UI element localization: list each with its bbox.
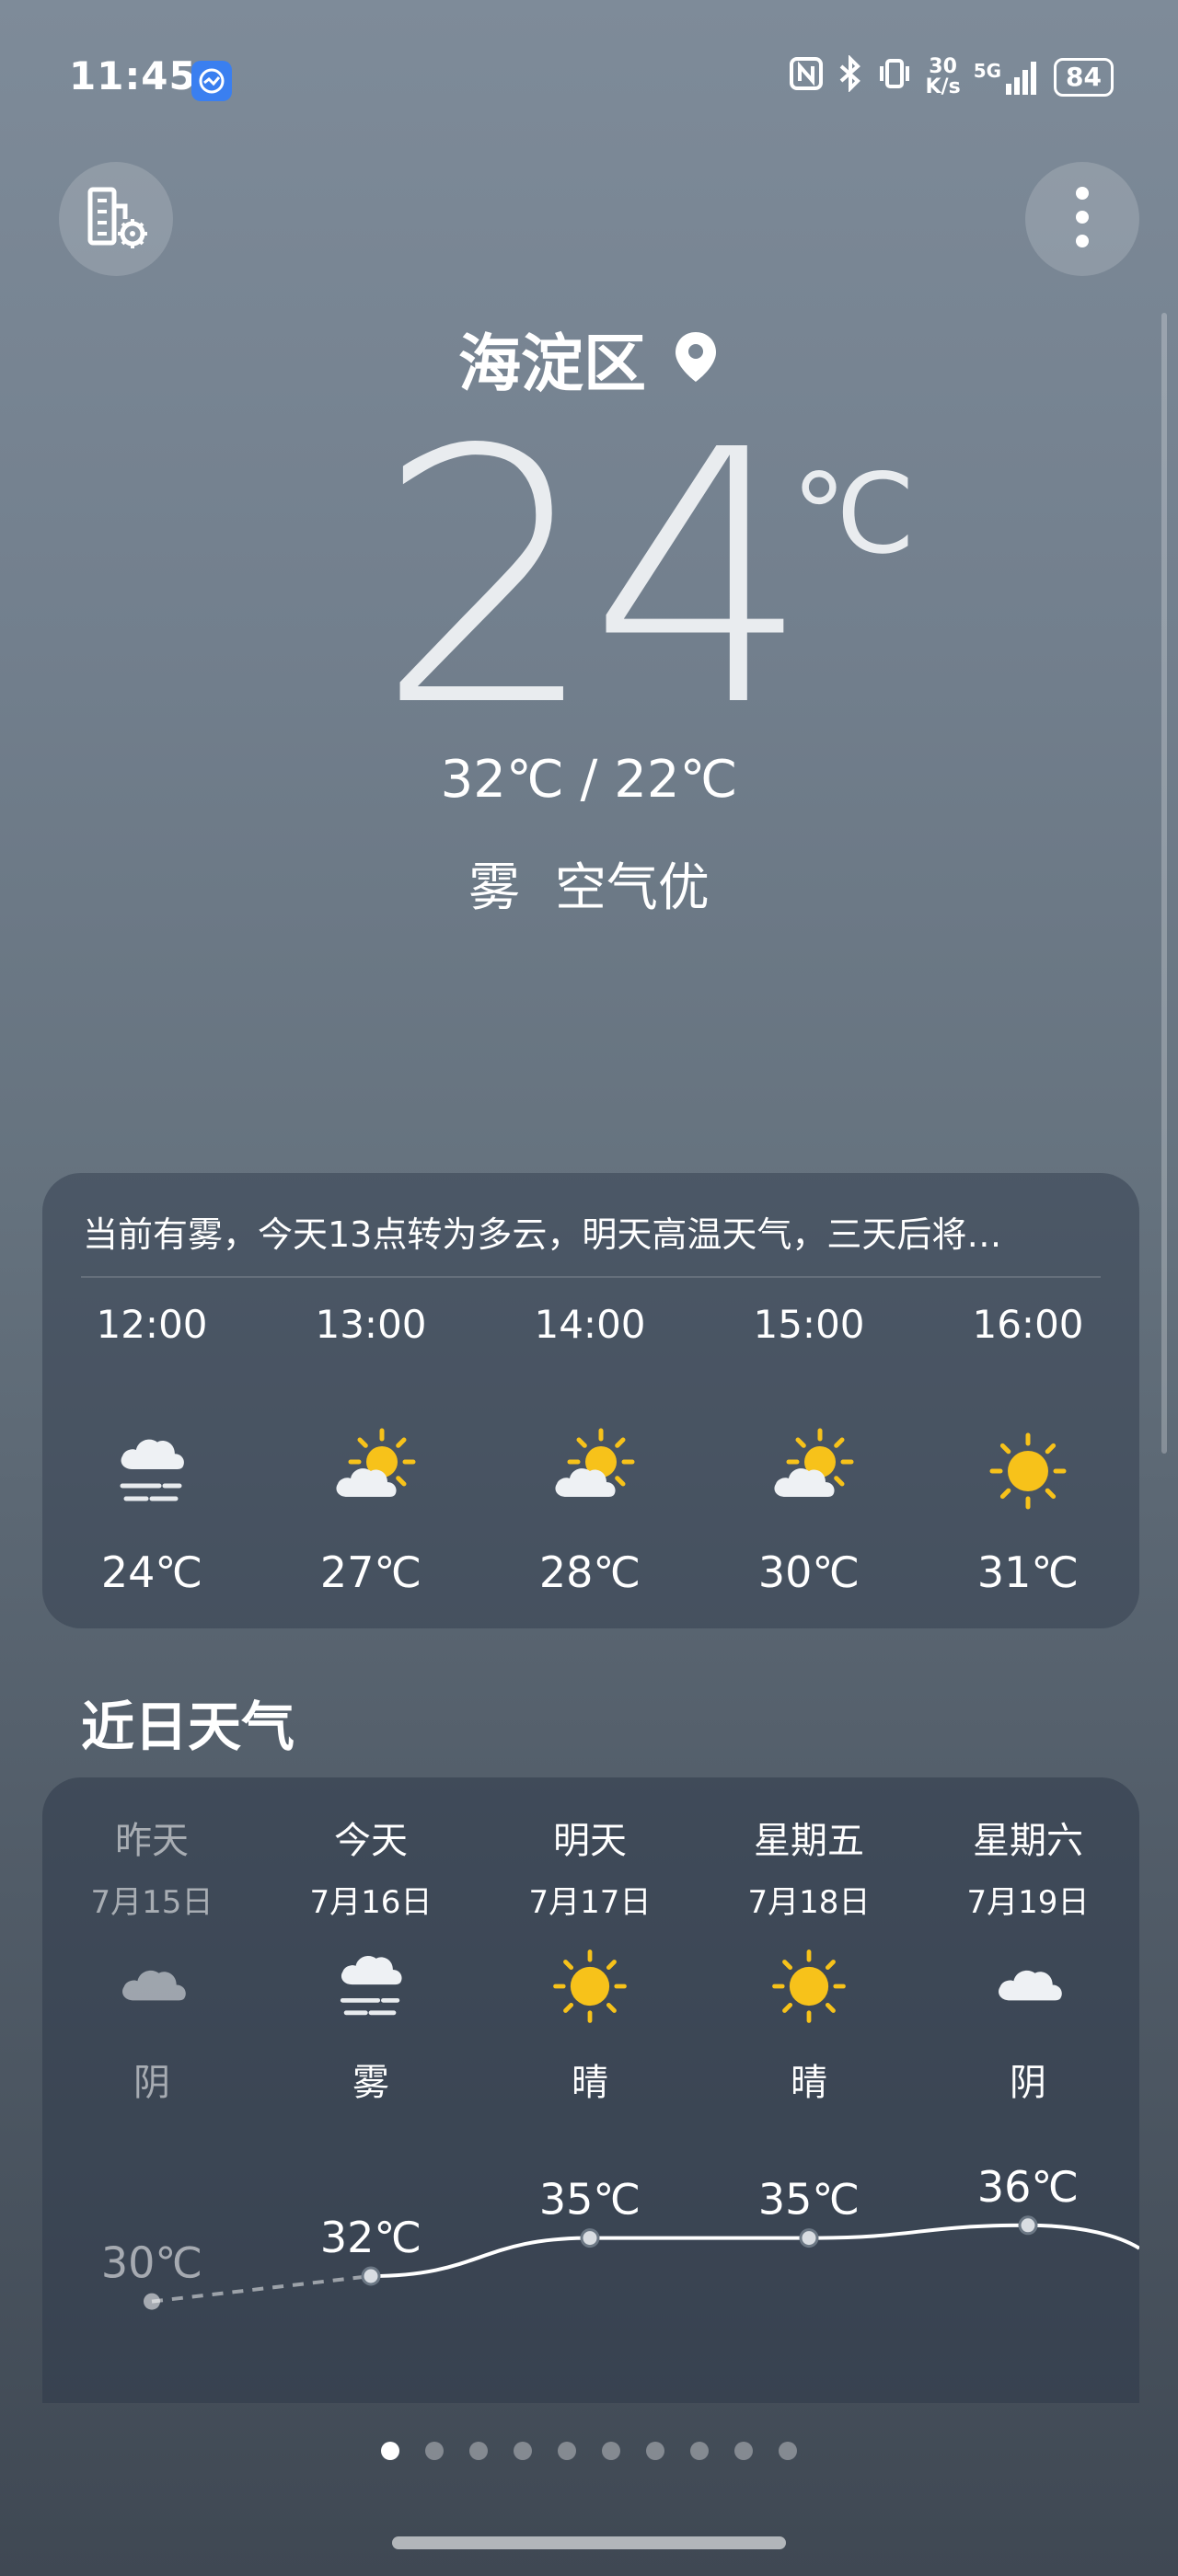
day-condition: 阴 <box>133 2062 170 2104</box>
day-date: 7月18日 <box>747 1884 871 1921</box>
page-dot[interactable] <box>514 2442 532 2460</box>
city-manage-button[interactable] <box>59 162 173 276</box>
hour-time: 16:00 <box>972 1302 1084 1347</box>
high-temp-label: 30℃ <box>101 2238 202 2288</box>
page-dot[interactable] <box>425 2442 444 2460</box>
network-speed: 30 K/s <box>925 54 961 98</box>
hourly-forecast-card[interactable]: 当前有雾，今天13点转为多云，明天高温天气，三天后将… 12:00 24℃ 13… <box>42 1173 1139 1628</box>
day-name: 明天 <box>553 1820 627 1862</box>
hourly-item[interactable]: 14:00 28℃ <box>480 1302 699 1597</box>
cloudy-icon <box>42 1940 261 2032</box>
page-dot[interactable] <box>779 2442 797 2460</box>
day-condition: 晴 <box>791 2062 827 2104</box>
day-date: 7月19日 <box>966 1884 1090 1921</box>
high-point <box>1018 2215 1038 2236</box>
home-indicator[interactable] <box>392 2536 786 2549</box>
hourly-item[interactable]: 13:00 27℃ <box>261 1302 480 1597</box>
high-temp-label: 35℃ <box>539 2175 641 2225</box>
day-condition: 晴 <box>572 2062 608 2104</box>
high-point <box>799 2228 819 2248</box>
fog-icon <box>261 1940 480 2032</box>
page-indicator[interactable] <box>0 2442 1178 2460</box>
day-name: 星期六 <box>973 1820 1083 1862</box>
nfc-icon <box>788 55 825 98</box>
more-options-button[interactable] <box>1025 162 1139 276</box>
condition-row: 雾 空气优 <box>0 846 1178 921</box>
recent-weather-title: 近日天气 <box>81 1696 295 1758</box>
page-dot[interactable] <box>558 2442 576 2460</box>
partly-sunny-icon <box>261 1420 480 1522</box>
day-condition: 阴 <box>1010 2062 1046 2104</box>
high-temp-label: 32℃ <box>320 2213 422 2262</box>
day-name: 星期五 <box>754 1820 864 1862</box>
hour-temperature: 31℃ <box>976 1547 1080 1597</box>
sun-icon <box>480 1940 699 2032</box>
high-point <box>361 2266 381 2286</box>
day-item[interactable]: 星期五 7月18日 晴 <box>699 1811 918 2106</box>
day-item[interactable]: 昨天 7月15日 阴 <box>42 1811 261 2106</box>
scrollbar[interactable] <box>1161 313 1167 1454</box>
temperature-trend-chart: 30℃32℃35℃35℃36℃27℃26℃ <box>101 2162 1139 2310</box>
sun-icon <box>918 1420 1138 1522</box>
day-date: 7月16日 <box>309 1884 433 1921</box>
hour-time: 14:00 <box>534 1302 646 1347</box>
sun-icon <box>699 1940 918 2032</box>
divider <box>81 1276 1101 1278</box>
hour-time: 13:00 <box>315 1302 427 1347</box>
hour-time: 12:00 <box>96 1302 208 1347</box>
weather-condition: 雾 <box>468 858 521 918</box>
day-condition: 雾 <box>352 2062 389 2104</box>
page-dot[interactable] <box>602 2442 620 2460</box>
day-name: 今天 <box>334 1820 408 1862</box>
partly-sunny-icon <box>699 1420 918 1522</box>
hour-time: 15:00 <box>753 1302 865 1347</box>
current-temperature: 24 <box>375 375 812 783</box>
signal-icon: 5G <box>974 60 1041 95</box>
day-item[interactable]: 今天 7月16日 雾 <box>261 1811 480 2106</box>
day-item[interactable]: 星期六 7月19日 阴 <box>918 1811 1138 2106</box>
forecast-summary[interactable]: 当前有雾，今天13点转为多云，明天高温天气，三天后将… <box>83 1206 1095 1257</box>
temperature-unit: ℃ <box>791 451 916 579</box>
page-dot[interactable] <box>646 2442 664 2460</box>
battery-indicator: 84 <box>1054 57 1114 97</box>
page-dot[interactable] <box>469 2442 488 2460</box>
status-time: 11:45 <box>69 53 197 98</box>
hour-temperature: 24℃ <box>100 1547 203 1597</box>
page-dot[interactable] <box>734 2442 753 2460</box>
vibrate-icon <box>876 55 913 98</box>
hour-temperature: 28℃ <box>538 1547 641 1597</box>
hour-temperature: 27℃ <box>319 1547 422 1597</box>
hourly-item[interactable]: 15:00 30℃ <box>699 1302 918 1597</box>
more-vertical-icon <box>1073 182 1091 256</box>
fog-icon <box>42 1420 261 1522</box>
high-temp-label: 36℃ <box>977 2162 1079 2212</box>
hourly-item[interactable]: 16:00 31℃ <box>918 1302 1138 1597</box>
hour-temperature: 30℃ <box>757 1547 860 1597</box>
high-point <box>144 2293 160 2310</box>
high-temp-label: 35℃ <box>758 2175 860 2225</box>
high-point <box>580 2228 600 2248</box>
day-name: 昨天 <box>115 1820 189 1862</box>
daily-forecast-card[interactable]: 昨天 7月15日 阴 今天 7月16日 雾 明天 7月17日 晴 星期五 7月1… <box>42 1777 1139 2403</box>
air-quality[interactable]: 空气优 <box>555 858 710 918</box>
day-date: 7月17日 <box>528 1884 652 1921</box>
cloudy-icon <box>918 1940 1138 2032</box>
partly-sunny-icon <box>480 1420 699 1522</box>
bluetooth-icon <box>837 54 863 98</box>
notification-app-icon <box>191 61 232 101</box>
page-dot[interactable] <box>690 2442 709 2460</box>
day-item[interactable]: 明天 7月17日 晴 <box>480 1811 699 2106</box>
high-low-temperature: 32℃ / 22℃ <box>440 750 738 810</box>
day-date: 7月15日 <box>90 1884 214 1921</box>
hourly-item[interactable]: 12:00 24℃ <box>42 1302 261 1597</box>
city-settings-icon <box>81 182 151 256</box>
page-dot[interactable] <box>381 2442 399 2460</box>
